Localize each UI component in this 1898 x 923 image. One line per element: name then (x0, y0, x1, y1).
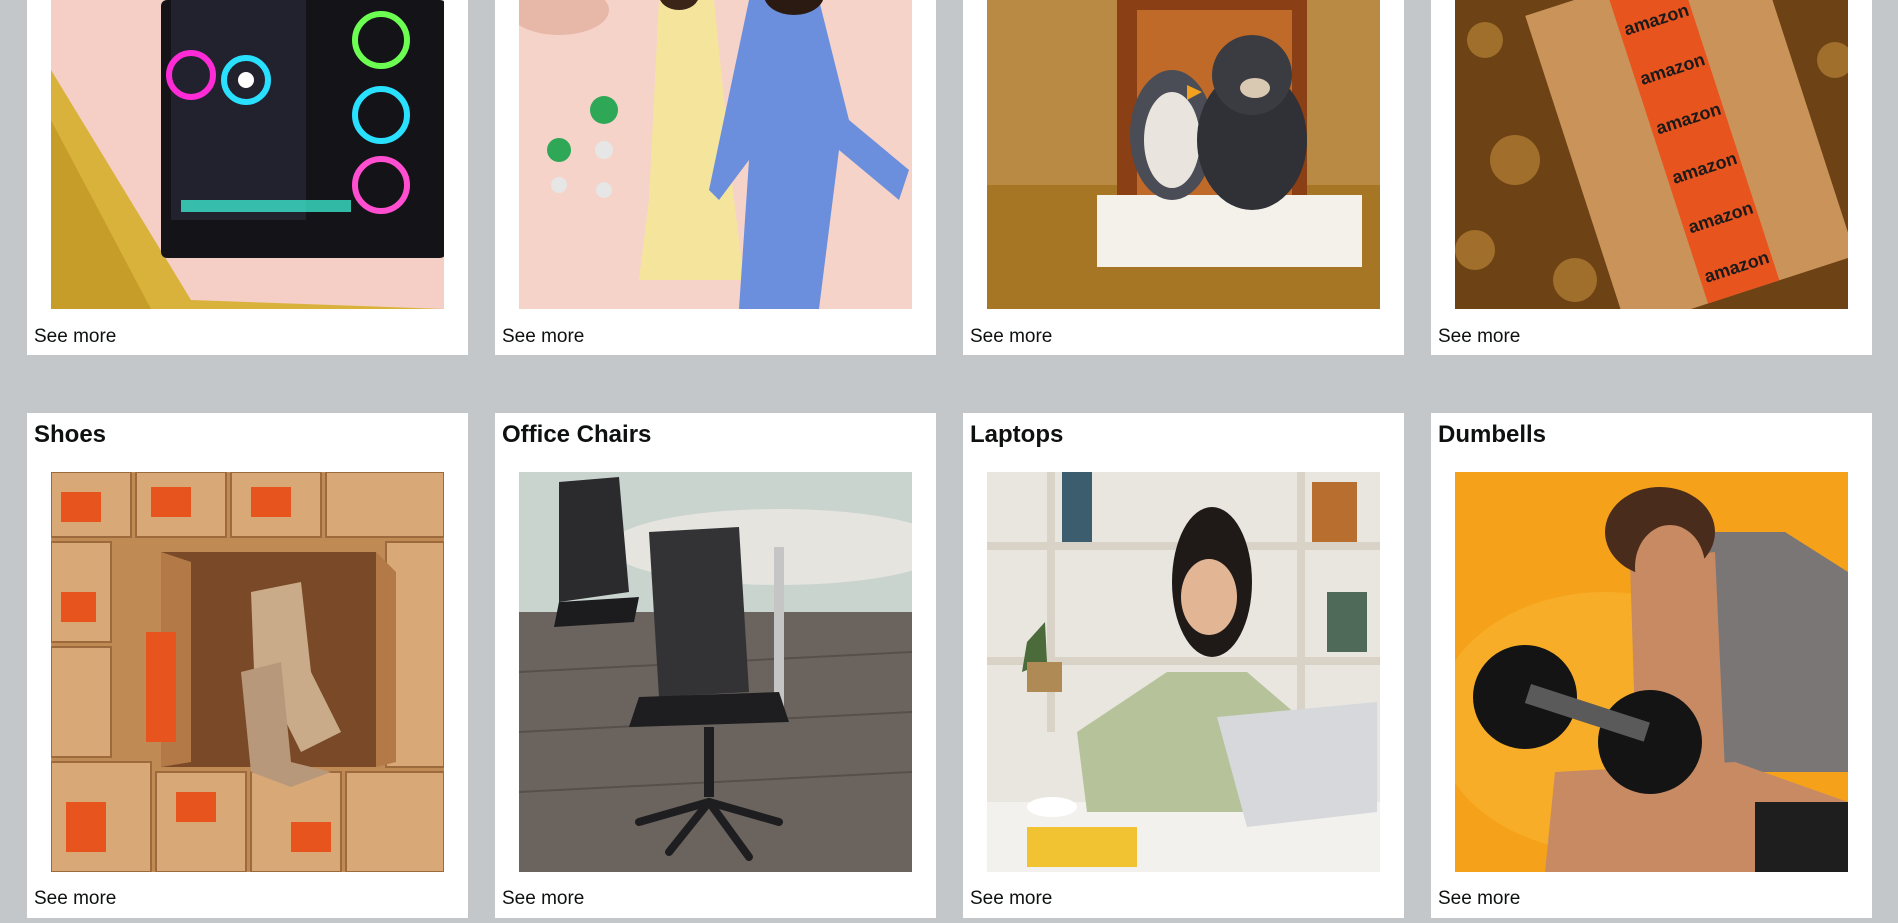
shoes-boxes-image[interactable] (51, 472, 444, 872)
dumbbell-man-image[interactable] (1455, 472, 1848, 872)
category-card-shoes: Shoes See more (27, 413, 468, 918)
office-chair-image[interactable] (519, 472, 912, 872)
see-more-link[interactable]: See more (1438, 888, 1520, 910)
see-more-link[interactable]: See more (34, 326, 116, 348)
see-more-link[interactable]: See more (970, 326, 1052, 348)
see-more-link[interactable]: See more (1438, 326, 1520, 348)
laptop-woman-image[interactable] (987, 472, 1380, 872)
category-card-laptops: Laptops See more (963, 413, 1404, 918)
see-more-link[interactable]: See more (970, 888, 1052, 910)
plush-toys-image[interactable] (987, 0, 1380, 309)
category-card-dumbells: Dumbells See more (1431, 413, 1872, 918)
category-card-1: See more (27, 0, 468, 355)
card-title: Dumbells (1438, 421, 1547, 448)
category-card-4: amazon amazon amazon amazon amazon amazo… (1431, 0, 1872, 355)
category-card-3: See more (963, 0, 1404, 355)
category-card-2: See more (495, 0, 936, 355)
card-title: Laptops (970, 421, 1064, 448)
see-more-link[interactable]: See more (502, 888, 584, 910)
see-more-link[interactable]: See more (34, 888, 116, 910)
see-more-link[interactable]: See more (502, 326, 584, 348)
gaming-pc-image[interactable] (51, 0, 444, 309)
fashion-image[interactable] (519, 0, 912, 309)
card-title: Shoes (34, 421, 107, 448)
category-card-office-chairs: Office Chairs See more (495, 413, 936, 918)
card-title: Office Chairs (502, 421, 652, 448)
amazon-box-image[interactable]: amazon amazon amazon amazon amazon amazo… (1455, 0, 1848, 309)
